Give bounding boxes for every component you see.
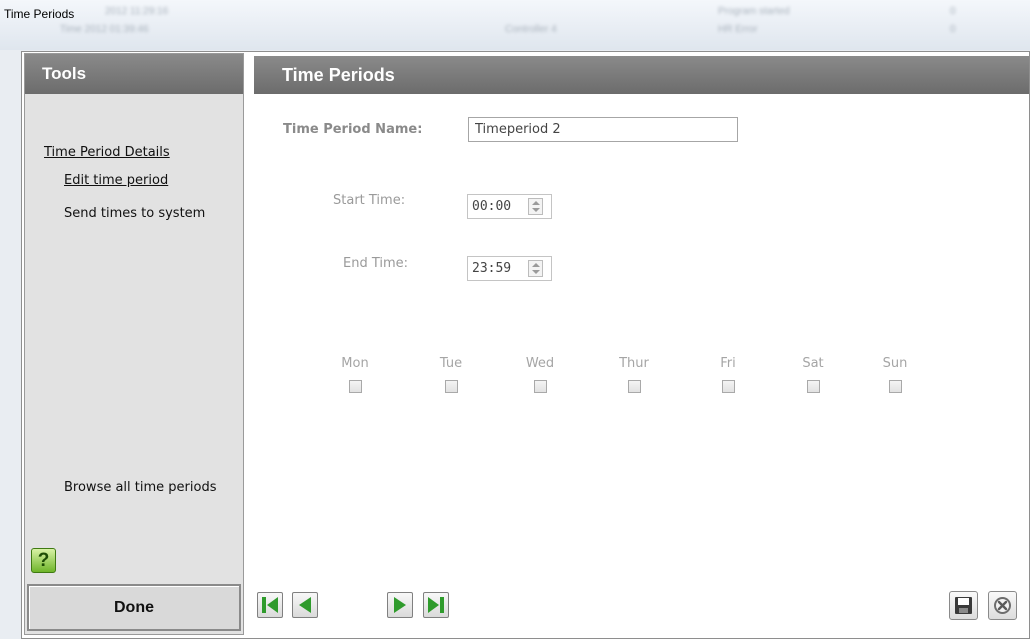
cancel-icon: [994, 597, 1011, 614]
next-record-button[interactable]: [387, 592, 413, 618]
sidebar-item-browse-all[interactable]: Browse all time periods: [64, 480, 216, 495]
cancel-button[interactable]: [988, 591, 1017, 620]
day-sat: Sat: [783, 356, 843, 393]
day-label: Mon: [341, 356, 369, 371]
end-time-spinner[interactable]: [528, 260, 543, 277]
save-icon: [955, 597, 972, 614]
background-log-text: Controller 4: [505, 24, 557, 35]
start-time-spinner[interactable]: [528, 198, 543, 215]
page-title: Time Periods: [254, 56, 1029, 94]
day-label: Thur: [619, 356, 649, 371]
sidebar-item-edit-time-period[interactable]: Edit time period: [64, 173, 168, 188]
day-fri: Fri: [698, 356, 758, 393]
previous-record-button[interactable]: [292, 592, 318, 618]
last-record-button[interactable]: [423, 592, 449, 618]
day-label: Sun: [882, 356, 908, 371]
day-checkbox-wed[interactable]: [533, 380, 547, 393]
sidebar-title: Tools: [25, 54, 243, 94]
previous-record-icon: [299, 597, 311, 613]
save-button[interactable]: [949, 591, 978, 620]
tools-sidebar: Tools Time Period Details Edit time peri…: [24, 53, 244, 635]
day-checkbox-tue[interactable]: [444, 380, 458, 393]
spin-up-icon: [532, 263, 540, 267]
background-log-text: 0: [950, 24, 956, 35]
day-label: Wed: [525, 356, 555, 371]
window-titlebar: Time Periods 2012 11:29:16 Time 2012 01:…: [0, 0, 1030, 50]
day-wed: Wed: [510, 356, 570, 393]
day-label: Sat: [802, 356, 824, 371]
day-checkbox-fri[interactable]: [721, 380, 735, 393]
day-label: Tue: [439, 356, 463, 371]
day-checkbox-sat[interactable]: [806, 380, 820, 393]
sidebar-item-send-times[interactable]: Send times to system: [64, 206, 205, 221]
end-time-label: End Time:: [343, 256, 409, 271]
background-log-text: 2012 11:29:16: [105, 6, 169, 17]
start-time-label: Start Time:: [333, 193, 406, 208]
day-checkbox-thur[interactable]: [627, 380, 641, 393]
day-thur: Thur: [604, 356, 664, 393]
first-record-icon: [262, 597, 278, 613]
background-log-text: HR Error: [718, 24, 758, 35]
day-checkbox-mon[interactable]: [348, 380, 362, 393]
done-button[interactable]: Done: [27, 584, 241, 631]
spin-up-icon: [532, 201, 540, 205]
first-record-button[interactable]: [257, 592, 283, 618]
help-icon: ?: [37, 550, 50, 571]
window-title: Time Periods: [4, 7, 75, 21]
day-mon: Mon: [325, 356, 385, 393]
last-record-icon: [428, 597, 444, 613]
help-button[interactable]: ?: [31, 548, 56, 573]
background-log-text: Time 2012 01:39:46: [60, 24, 149, 35]
spin-down-icon: [532, 208, 540, 212]
end-time-value: 23:59: [472, 261, 512, 276]
next-record-icon: [394, 597, 406, 613]
sidebar-item-time-period-details[interactable]: Time Period Details: [44, 145, 170, 160]
day-sun: Sun: [865, 356, 925, 393]
day-tue: Tue: [421, 356, 481, 393]
day-label: Fri: [720, 356, 736, 371]
end-time-picker[interactable]: 23:59: [467, 256, 552, 281]
time-period-name-input[interactable]: [468, 117, 738, 142]
time-period-name-label: Time Period Name:: [283, 122, 423, 137]
day-checkbox-sun[interactable]: [888, 380, 902, 393]
background-log-text: 0: [950, 6, 956, 17]
start-time-value: 00:00: [472, 199, 512, 214]
start-time-picker[interactable]: 00:00: [467, 194, 552, 219]
background-log-text: Program started: [718, 6, 790, 17]
spin-down-icon: [532, 270, 540, 274]
